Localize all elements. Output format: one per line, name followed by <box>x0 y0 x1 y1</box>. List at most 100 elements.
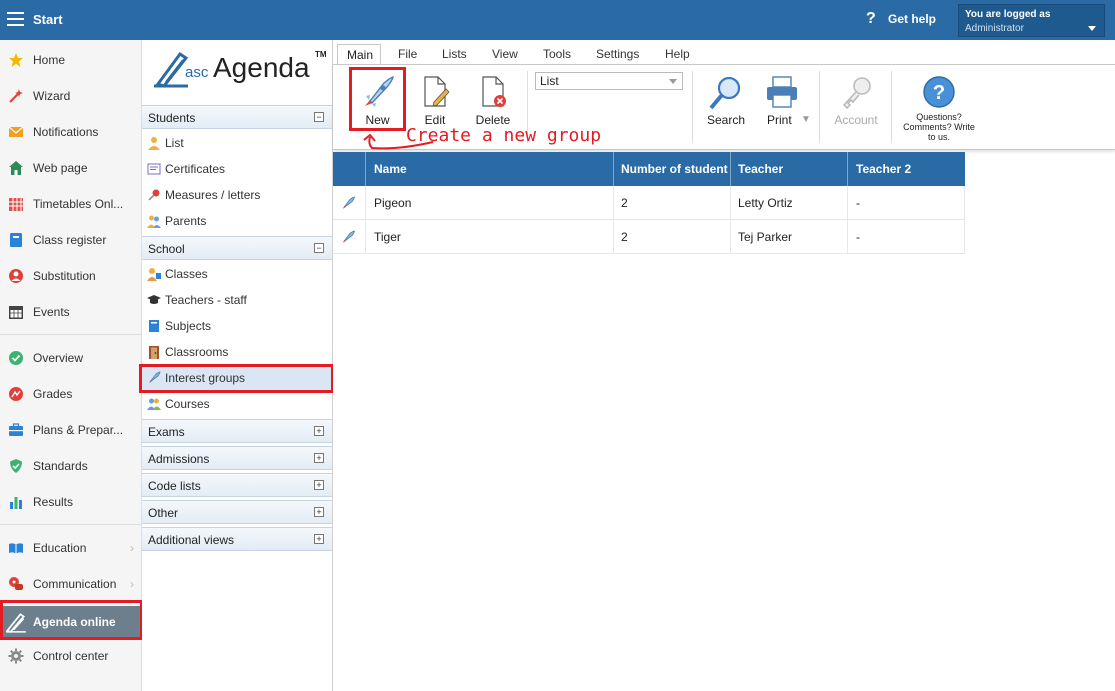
nav-label: Home <box>33 53 66 67</box>
sidebar-item-courses[interactable]: Courses <box>142 391 332 417</box>
search-label: Search <box>706 113 746 127</box>
expand-icon[interactable]: + <box>314 426 324 436</box>
sidebar-item-subjects[interactable]: Subjects <box>142 313 332 339</box>
print-button[interactable]: Print ▼ <box>759 65 815 151</box>
user-account-dropdown[interactable]: You are logged as Administrator <box>958 4 1105 37</box>
cell-students: 2 <box>621 196 628 210</box>
bar-chart-icon <box>10 497 22 509</box>
section-exams[interactable]: Exams + <box>142 419 332 443</box>
delete-document-icon <box>482 76 506 107</box>
section-other[interactable]: Other + <box>142 500 332 524</box>
col-teacher-2[interactable]: Teacher 2 <box>856 162 911 176</box>
help-icon[interactable]: ? <box>866 10 876 28</box>
print-dropdown-icon[interactable]: ▼ <box>801 114 811 125</box>
envelope-icon <box>8 126 24 137</box>
rocket-icon <box>342 230 355 243</box>
menu-view[interactable]: View <box>492 47 518 61</box>
wand-icon <box>9 89 23 103</box>
calendar-icon <box>9 306 23 319</box>
nav-item-class-register[interactable]: Class register <box>0 226 142 254</box>
edit-document-icon <box>424 76 450 107</box>
nav-item-substitution[interactable]: Substitution <box>0 262 142 290</box>
expand-icon[interactable]: + <box>314 507 324 517</box>
cell-name: Pigeon <box>374 196 412 210</box>
expand-icon[interactable]: + <box>314 534 324 544</box>
hamburger-menu-icon[interactable] <box>7 12 24 26</box>
chevron-down-icon <box>669 79 677 84</box>
section-school[interactable]: School − <box>142 236 332 260</box>
expand-icon[interactable]: + <box>314 480 324 490</box>
menu-lists[interactable]: Lists <box>442 47 467 61</box>
shield-check-icon <box>10 459 22 473</box>
subject-book-icon <box>149 320 159 332</box>
menu-bar: Main File Lists View Tools Settings Help <box>333 44 1115 65</box>
section-admissions[interactable]: Admissions + <box>142 446 332 470</box>
expand-icon[interactable]: + <box>314 453 324 463</box>
search-button[interactable]: Search <box>699 65 753 151</box>
cell-teacher: Tej Parker <box>738 230 793 244</box>
nav-item-communication[interactable]: Communication › <box>0 570 142 598</box>
chevron-right-icon: › <box>130 577 134 591</box>
col-students[interactable]: Number of student <box>621 162 729 176</box>
sidebar-item-parents[interactable]: Parents <box>142 208 332 234</box>
menu-tools[interactable]: Tools <box>543 47 571 61</box>
nav-divider <box>0 524 142 525</box>
rocket-icon <box>342 196 355 209</box>
student-icon <box>148 137 160 150</box>
section-code-lists[interactable]: Code lists + <box>142 473 332 497</box>
nav-label: Education <box>33 541 87 555</box>
table-row[interactable]: Tiger 2 Tej Parker - <box>333 220 965 254</box>
account-button[interactable]: Account <box>825 65 887 151</box>
menu-help[interactable]: Help <box>665 47 690 61</box>
start-label[interactable]: Start <box>33 12 63 27</box>
grades-icon <box>9 387 23 401</box>
menu-main[interactable]: Main <box>337 44 381 65</box>
nav-item-notifications[interactable]: Notifications <box>0 118 142 146</box>
key-icon <box>842 77 871 109</box>
sidebar-item-certificates[interactable]: Certificates <box>142 156 332 182</box>
nav-item-wizard[interactable]: Wizard <box>0 82 142 110</box>
sidebar-item-list[interactable]: List <box>142 130 332 156</box>
book-icon <box>10 233 22 247</box>
nav-label: Web page <box>33 161 88 175</box>
main-content: Main File Lists View Tools Settings Help… <box>333 40 1115 691</box>
nav-item-overview[interactable]: Overview <box>0 344 142 372</box>
sidebar-item-measures[interactable]: Measures / letters <box>142 182 332 208</box>
get-help-link[interactable]: Get help <box>888 12 936 26</box>
nav-label: Plans & Prepar... <box>33 423 124 437</box>
table-row[interactable]: Pigeon 2 Letty Ortiz - <box>333 186 965 220</box>
menu-file[interactable]: File <box>398 47 417 61</box>
door-icon <box>149 346 159 359</box>
cell-teacher-2: - <box>856 196 860 210</box>
col-name[interactable]: Name <box>374 162 407 176</box>
nav-item-plans[interactable]: Plans & Prepar... <box>0 416 142 444</box>
section-students[interactable]: Students − <box>142 105 332 129</box>
nav-item-grades[interactable]: Grades <box>0 380 142 408</box>
menu-settings[interactable]: Settings <box>596 47 639 61</box>
collapse-icon[interactable]: − <box>314 112 324 122</box>
nav-item-standards[interactable]: Standards <box>0 452 142 480</box>
collapse-icon[interactable]: − <box>314 243 324 253</box>
nav-item-web-page[interactable]: Web page <box>0 154 142 182</box>
section-additional-views[interactable]: Additional views + <box>142 527 332 551</box>
section-title: Additional views <box>148 533 235 547</box>
sidebar-item-teachers[interactable]: Teachers - staff <box>142 287 332 313</box>
highlight-agenda-online <box>0 600 143 640</box>
logo-prefix: asc <box>185 64 209 81</box>
nav-label: Results <box>33 495 74 509</box>
nav-item-events[interactable]: Events <box>0 298 142 326</box>
view-select[interactable]: List <box>535 72 683 90</box>
sidebar-item-classes[interactable]: Classes <box>142 261 332 287</box>
section-title: Students <box>148 111 196 125</box>
nav-item-education[interactable]: Education › <box>0 534 142 562</box>
nav-label: Class register <box>33 233 107 247</box>
nav-item-timetables[interactable]: Timetables Onl... <box>0 190 142 218</box>
nav-label: Events <box>33 305 70 319</box>
nav-item-control-center[interactable]: Control center <box>0 642 142 670</box>
nav-item-home[interactable]: Home <box>0 46 142 74</box>
col-teacher[interactable]: Teacher <box>738 162 783 176</box>
sidebar-item-classrooms[interactable]: Classrooms <box>142 339 332 365</box>
nav-item-results[interactable]: Results <box>0 488 142 516</box>
top-bar: Start ? Get help You are logged as Admin… <box>0 0 1115 40</box>
feedback-button[interactable]: ? Questions? Comments? Write to us. <box>898 65 980 151</box>
